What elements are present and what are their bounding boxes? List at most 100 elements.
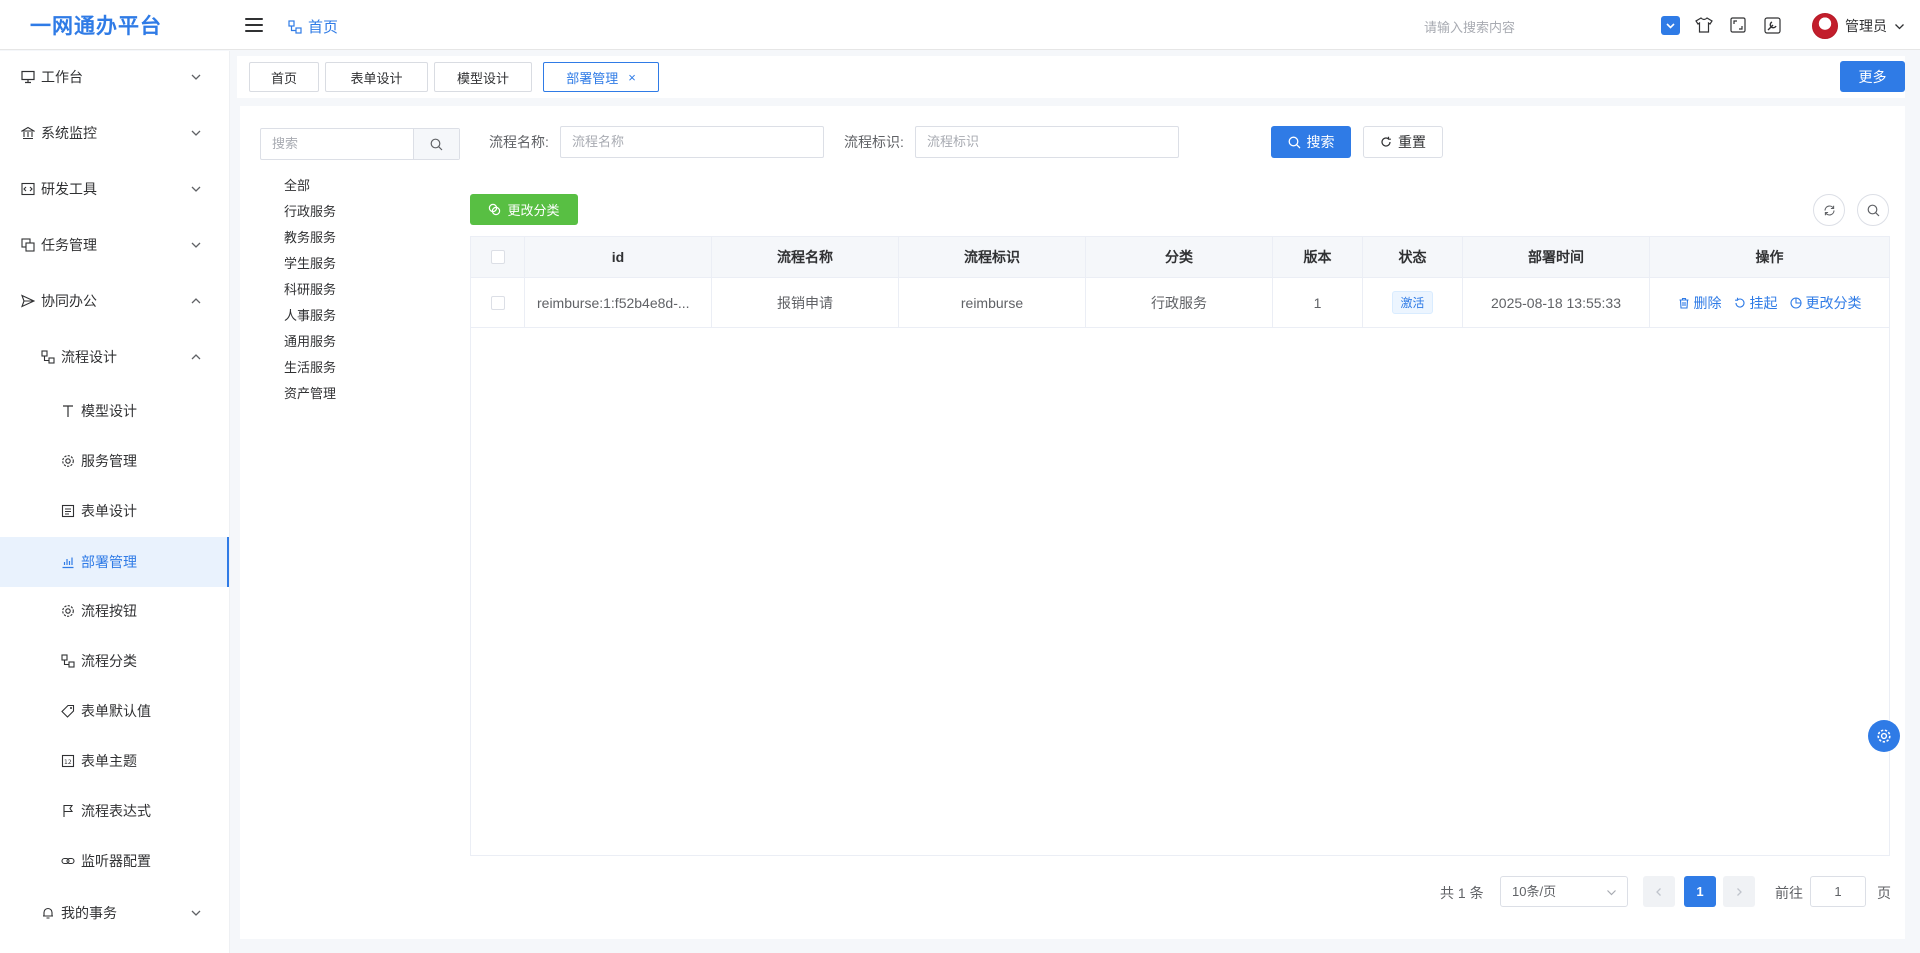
trash-icon bbox=[1679, 297, 1688, 309]
sidebar-item-task-management[interactable]: 任务管理 bbox=[0, 225, 229, 265]
column-header[interactable]: 流程标识 bbox=[899, 237, 1086, 277]
tree-node[interactable]: 科研服务 bbox=[284, 279, 336, 298]
tab-deploy-management[interactable]: 部署管理 × bbox=[543, 62, 659, 92]
breadcrumb-home[interactable]: 首页 bbox=[308, 16, 338, 37]
bank-icon bbox=[20, 125, 36, 141]
tree-node[interactable]: 资产管理 bbox=[284, 383, 336, 402]
tab-label: 模型设计 bbox=[456, 70, 509, 86]
theme-shirt-icon[interactable] bbox=[1694, 15, 1714, 35]
tree-node[interactable]: 行政服务 bbox=[284, 201, 336, 220]
tree-node[interactable]: 教务服务 bbox=[284, 227, 336, 246]
search-icon bbox=[1288, 136, 1300, 148]
process-key-label: 流程标识: bbox=[844, 134, 904, 150]
more-button[interactable]: 更多 bbox=[1840, 61, 1905, 92]
page-size-value: 10条/页 bbox=[1512, 884, 1557, 899]
prev-page-button[interactable] bbox=[1643, 876, 1675, 907]
select-all-checkbox[interactable] bbox=[490, 250, 505, 264]
tree-node[interactable]: 生活服务 bbox=[284, 357, 336, 376]
change-category-link[interactable]: 更改分类 bbox=[1789, 293, 1862, 313]
sidebar-item-form-theme[interactable]: 12 表单主题 bbox=[0, 741, 229, 781]
column-header[interactable]: id bbox=[525, 237, 712, 277]
tab-home[interactable]: 首页 bbox=[249, 62, 319, 92]
sidebar-item-workbench[interactable]: 工作台 bbox=[0, 57, 229, 97]
breadcrumb[interactable]: 首页 bbox=[288, 16, 338, 37]
tree-node[interactable]: 学生服务 bbox=[284, 253, 336, 272]
tree-search-button[interactable] bbox=[413, 129, 459, 159]
pagination-total: 共 1 条 bbox=[1440, 885, 1484, 901]
sidebar-item-process-design[interactable]: 流程设计 bbox=[0, 337, 229, 377]
sidebar-item-label: 表单主题 bbox=[81, 753, 137, 769]
sidebar-item-label: 部署管理 bbox=[81, 554, 137, 570]
sidebar-item-model-design[interactable]: 模型设计 bbox=[0, 391, 229, 431]
sidebar-item-label: 我的事务 bbox=[61, 905, 117, 921]
process-name-input[interactable]: 流程名称 bbox=[560, 126, 824, 158]
goto-page-input[interactable]: 1 bbox=[1810, 876, 1866, 907]
toggle-search-button[interactable] bbox=[1857, 194, 1889, 226]
row-checkbox[interactable] bbox=[490, 295, 505, 310]
column-header[interactable]: 分类 bbox=[1086, 237, 1273, 277]
chevron-down-icon bbox=[1895, 23, 1904, 29]
column-header[interactable]: 状态 bbox=[1363, 237, 1463, 277]
sidebar-item-collaboration[interactable]: 协同办公 bbox=[0, 281, 229, 321]
tree-node[interactable]: 通用服务 bbox=[284, 331, 336, 350]
page-number-current[interactable]: 1 bbox=[1684, 876, 1716, 907]
close-icon[interactable]: × bbox=[628, 70, 636, 85]
header-search-input[interactable]: 请输入搜索内容 bbox=[1424, 17, 1515, 36]
tree-node-all[interactable]: 全部 bbox=[284, 175, 310, 194]
column-header[interactable]: 版本 bbox=[1273, 237, 1363, 277]
sidebar-item-form-default[interactable]: 表单默认值 bbox=[0, 691, 229, 731]
page-suffix-label: 页 bbox=[1877, 885, 1891, 901]
search-button[interactable]: 搜索 bbox=[1271, 126, 1351, 158]
sidebar-item-label: 监听器配置 bbox=[81, 853, 151, 869]
tree-node[interactable]: 人事服务 bbox=[284, 305, 336, 324]
chevron-down-icon bbox=[191, 74, 201, 80]
chart-icon bbox=[60, 554, 76, 570]
chevron-down-icon bbox=[191, 242, 201, 248]
sidebar-item-my-affairs[interactable]: 我的事务 bbox=[0, 893, 229, 933]
sidebar-item-listener-config[interactable]: 监听器配置 bbox=[0, 841, 229, 881]
reset-button[interactable]: 重置 bbox=[1363, 126, 1443, 158]
change-category-button[interactable]: 更改分类 bbox=[470, 194, 578, 225]
menu-toggle-icon[interactable] bbox=[245, 18, 263, 32]
column-header[interactable]: 部署时间 bbox=[1463, 237, 1650, 277]
sidebar-item-form-design[interactable]: 表单设计 bbox=[0, 491, 229, 531]
code-icon bbox=[20, 181, 36, 197]
tab-form-design[interactable]: 表单设计 bbox=[325, 62, 428, 92]
page-size-select[interactable]: 10条/页 bbox=[1500, 876, 1628, 907]
next-page-button[interactable] bbox=[1723, 876, 1755, 907]
delete-button[interactable]: 删除 bbox=[1678, 293, 1722, 313]
cell-deploy-time: 2025-08-18 13:55:33 bbox=[1463, 278, 1650, 327]
sidebar-item-process-category[interactable]: 流程分类 bbox=[0, 641, 229, 681]
user-name[interactable]: 管理员 bbox=[1845, 16, 1887, 36]
fullscreen-icon[interactable] bbox=[1728, 15, 1748, 35]
sidebar-item-system-monitor[interactable]: 系统监控 bbox=[0, 113, 229, 153]
reset-button-label: 重置 bbox=[1398, 134, 1426, 150]
settings-float-button[interactable] bbox=[1868, 720, 1900, 752]
column-header[interactable]: 操作 bbox=[1650, 237, 1889, 277]
sidebar-item-dev-tools[interactable]: 研发工具 bbox=[0, 169, 229, 209]
avatar[interactable] bbox=[1812, 13, 1838, 39]
column-header[interactable]: 流程名称 bbox=[712, 237, 899, 277]
sidebar-item-deploy-management[interactable]: 部署管理 bbox=[0, 537, 229, 587]
user-menu[interactable]: 管理员 bbox=[1812, 13, 1905, 39]
bell-icon bbox=[40, 905, 56, 921]
sidebar-item-label: 流程按钮 bbox=[81, 603, 137, 619]
tab-model-design[interactable]: 模型设计 bbox=[434, 62, 532, 92]
cell-name: 报销申请 bbox=[712, 278, 899, 327]
number-icon: 12 bbox=[60, 753, 76, 769]
sidebar-item-service-management[interactable]: 服务管理 bbox=[0, 441, 229, 481]
tree-search-input[interactable]: 搜索 bbox=[261, 129, 413, 159]
sidebar-item-process-expression[interactable]: 流程表达式 bbox=[0, 791, 229, 831]
sidebar-item-label: 研发工具 bbox=[41, 181, 97, 197]
checkbox-icon[interactable] bbox=[1661, 15, 1680, 35]
app-logo[interactable]: 一网通办平台 bbox=[30, 10, 162, 40]
process-key-input[interactable]: 流程标识 bbox=[915, 126, 1179, 158]
copy-icon bbox=[20, 237, 36, 253]
search-icon bbox=[430, 138, 443, 150]
suspend-button[interactable]: 挂起 bbox=[1734, 293, 1778, 313]
refresh-table-button[interactable] bbox=[1813, 194, 1845, 226]
tab-label: 首页 bbox=[270, 70, 297, 86]
settings-screen-icon[interactable] bbox=[1762, 15, 1782, 35]
sidebar-item-process-buttons[interactable]: 流程按钮 bbox=[0, 591, 229, 631]
sidebar-item-label: 表单默认值 bbox=[81, 703, 151, 719]
